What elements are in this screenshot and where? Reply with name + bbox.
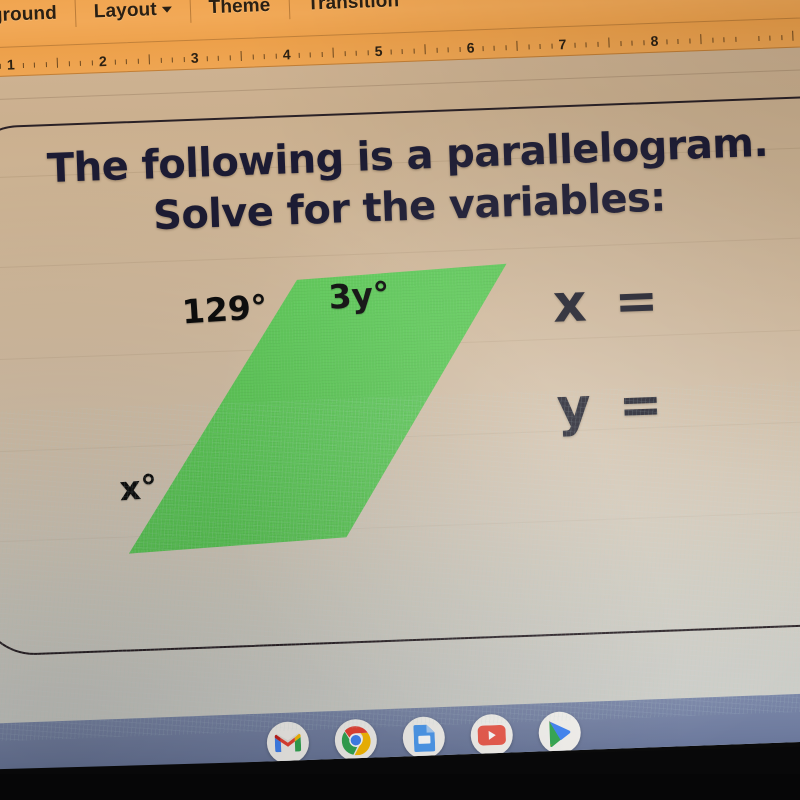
ruler-tick: [33, 62, 35, 68]
ruler-tick: [758, 35, 760, 42]
ruler-tick: [160, 57, 162, 63]
menu-item-transition[interactable]: Transition: [289, 0, 418, 16]
ruler-tick: [424, 44, 426, 55]
ruler-tick: [68, 61, 70, 67]
angle-label-top-right: 3y°: [327, 273, 391, 317]
menu-item-background-label: Background: [0, 2, 58, 28]
ruler-tick: [206, 56, 208, 62]
ruler-number: 4: [282, 46, 291, 63]
ruler-tick: [436, 47, 438, 53]
ruler-tick: [735, 36, 737, 42]
ruler-tick: [79, 60, 81, 66]
ruler-tick: [792, 30, 794, 41]
ruler-tick: [689, 38, 691, 44]
ruler-tick: [447, 47, 449, 53]
google-slides-icon[interactable]: [402, 715, 446, 760]
ruler-tick: [137, 58, 139, 64]
ruler-tick: [643, 40, 645, 46]
ruler-number: 7: [558, 36, 567, 53]
ruler-tick: [585, 42, 587, 48]
ruler-tick: [505, 45, 507, 51]
ruler-number: 3: [190, 49, 199, 66]
ruler-tick: [45, 62, 47, 68]
ruler-tick: [298, 52, 300, 58]
chrome-icon[interactable]: [334, 718, 378, 762]
ruler-tick: [344, 51, 346, 57]
screenshot-root: Background Layout Theme Transition 1 2 3 4 5…: [0, 0, 800, 800]
ruler-tick: [482, 46, 484, 52]
ruler-tick: [275, 53, 277, 59]
youtube-icon[interactable]: [470, 713, 514, 758]
ruler-tick: [263, 54, 265, 60]
menu-item-theme-label: Theme: [208, 0, 271, 19]
ruler-tick: [551, 43, 553, 49]
ruler-tick: [0, 63, 2, 69]
ruler-tick: [620, 41, 622, 47]
ruler-tick: [125, 59, 127, 65]
ruler-tick: [401, 49, 403, 55]
ruler-tick: [781, 35, 783, 41]
ruler-number: 6: [466, 39, 475, 56]
ruler-tick: [631, 40, 633, 46]
ruler-tick: [516, 40, 518, 51]
ruler-tick: [148, 54, 150, 65]
ruler-tick: [355, 50, 357, 56]
ruler-tick: [229, 55, 231, 61]
angle-label-bottom-left: x°: [118, 466, 159, 509]
ruler-tick: [539, 44, 541, 50]
angle-label-top-left: 129°: [180, 287, 269, 332]
ruler-tick: [56, 57, 59, 68]
ruler-number: 5: [374, 42, 383, 60]
ruler-tick: [723, 37, 725, 43]
ruler-tick: [769, 35, 771, 41]
ruler-tick: [413, 48, 415, 54]
menu-item-background[interactable]: Background: [0, 2, 75, 29]
parallelogram-figure[interactable]: 129° 3y° x°: [107, 262, 517, 556]
ruler-tick: [309, 52, 311, 58]
toolbar-menu-row: Background Layout Theme Transition: [0, 0, 418, 35]
ruler-tick: [712, 37, 714, 43]
chevron-down-icon: [161, 6, 172, 13]
menu-item-layout[interactable]: Layout: [75, 0, 190, 24]
menu-item-theme[interactable]: Theme: [190, 0, 288, 20]
answer-equations[interactable]: x = y =: [551, 270, 670, 487]
ruler-tick: [459, 46, 461, 52]
ruler-tick: [252, 54, 254, 60]
gmail-icon[interactable]: [266, 720, 310, 765]
ruler-tick: [677, 38, 679, 44]
ruler-tick: [321, 51, 323, 58]
ruler-tick: [574, 42, 576, 48]
menu-item-transition-label: Transition: [306, 0, 400, 15]
ruler-number: 8: [650, 32, 659, 49]
equation-x: x =: [551, 270, 665, 335]
ruler-tick: [700, 34, 702, 45]
ruler-tick: [114, 59, 116, 65]
ruler-tick: [22, 62, 25, 68]
ruler-number: 1: [6, 56, 16, 73]
play-store-icon[interactable]: [537, 711, 582, 755]
laptop-screen: Background Layout Theme Transition 1 2 3 4 5…: [0, 0, 800, 773]
equation-y: y =: [555, 374, 669, 439]
ruler-tick: [240, 50, 242, 61]
ruler-tick: [171, 57, 173, 63]
laptop-bezel-fill: [0, 774, 800, 800]
wood-seam: [0, 67, 800, 102]
ruler-tick: [367, 50, 369, 56]
ruler-number: 2: [98, 52, 107, 70]
ruler-tick: [528, 44, 530, 50]
menu-item-layout-label: Layout: [93, 0, 158, 23]
ruler-tick: [493, 45, 495, 51]
ruler-tick: [597, 41, 599, 47]
ruler-tick: [608, 37, 610, 48]
ruler-tick: [183, 57, 185, 63]
ruler-tick: [332, 47, 334, 58]
ruler-tick: [390, 49, 392, 55]
parallelogram-shape[interactable]: [107, 262, 517, 556]
ruler-tick: [91, 60, 93, 66]
slide-title-textbox[interactable]: The following is a parallelogram. Solve …: [12, 116, 800, 247]
ruler-tick: [217, 55, 219, 61]
ruler-tick: [666, 39, 668, 45]
